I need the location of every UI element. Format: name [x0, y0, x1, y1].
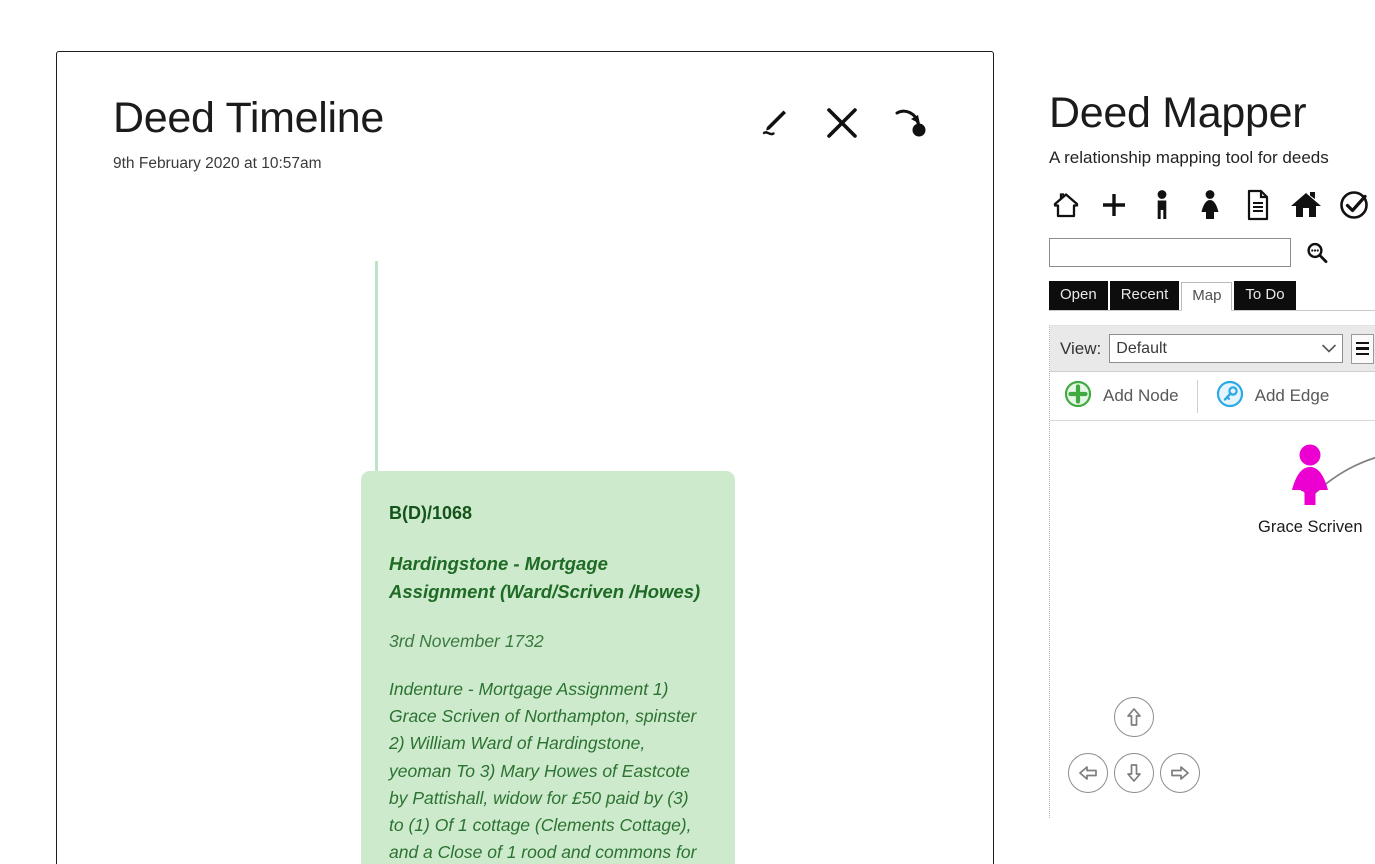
- add-node-label: Add Node: [1103, 386, 1179, 405]
- view-label: View:: [1060, 338, 1102, 358]
- plus-icon[interactable]: [1097, 188, 1131, 222]
- pan-left-button[interactable]: [1068, 753, 1108, 793]
- map-nav-pad: [1068, 697, 1200, 803]
- add-edge-label: Add Edge: [1254, 386, 1330, 405]
- app-tagline: A relationship mapping tool for deeds: [1049, 148, 1329, 167]
- male-person-icon[interactable]: [1145, 188, 1179, 222]
- pan-down-button[interactable]: [1114, 753, 1154, 793]
- map-canvas[interactable]: Grace Scriven: [1050, 421, 1375, 817]
- add-node-icon: [1064, 380, 1092, 413]
- add-edge-icon: [1216, 380, 1244, 413]
- edit-icon[interactable]: [751, 100, 797, 146]
- hamburger-menu-button[interactable]: [1351, 333, 1374, 364]
- home-outline-icon[interactable]: [1049, 188, 1083, 222]
- deed-name: Hardingstone - Mortgage Assignment (Ward…: [389, 553, 701, 602]
- deed-description: Indenture - Mortgage Assignment 1) Grace…: [389, 678, 697, 863]
- document-icon[interactable]: [1241, 188, 1275, 222]
- tab-recent[interactable]: Recent: [1109, 280, 1180, 310]
- timeline-body: B(D)/1068 Hardingstone - Mortgage Assign…: [57, 225, 993, 864]
- mapper-search-row: [1049, 238, 1375, 267]
- female-person-icon[interactable]: [1193, 188, 1227, 222]
- map-action-bar: Add Node Add Edge: [1050, 372, 1375, 421]
- map-view-bar: View: Default: [1050, 326, 1375, 372]
- timeline-action-buttons: [751, 100, 933, 146]
- pan-up-button[interactable]: [1114, 697, 1154, 737]
- view-select-value: Default: [1116, 339, 1167, 357]
- view-select[interactable]: Default: [1109, 334, 1343, 363]
- timeline-deed-card[interactable]: B(D)/1068 Hardingstone - Mortgage Assign…: [361, 471, 735, 864]
- deed-mapper-panel: Deed Mapper A relationship mapping tool …: [1040, 0, 1375, 864]
- tab-map[interactable]: Map: [1181, 281, 1233, 311]
- search-input[interactable]: [1049, 238, 1291, 267]
- advanced-search-icon[interactable]: [1304, 240, 1330, 266]
- map-node-grace-scriven[interactable]: Grace Scriven: [1258, 443, 1363, 537]
- arrow-to-node-icon[interactable]: [887, 100, 933, 146]
- chevron-down-icon: [1322, 340, 1336, 358]
- female-person-icon: [1282, 443, 1338, 516]
- hamburger-bar: [1356, 347, 1369, 350]
- tab-open[interactable]: Open: [1049, 280, 1108, 310]
- timeline-header: Deed Timeline 9th February 2020 at 10:57…: [57, 52, 993, 173]
- deed-timeline-dialog: Deed Timeline 9th February 2020 at 10:57…: [56, 51, 994, 864]
- add-node-button[interactable]: Add Node: [1064, 380, 1197, 413]
- app-title: Deed Mapper: [1049, 89, 1307, 137]
- app-root: Deed Timeline 9th February 2020 at 10:57…: [0, 0, 1375, 864]
- check-circle-icon[interactable]: [1337, 188, 1371, 222]
- pan-right-button[interactable]: [1160, 753, 1200, 793]
- tab-todo[interactable]: To Do: [1234, 280, 1296, 310]
- house-filled-icon[interactable]: [1289, 188, 1323, 222]
- timeline-timestamp: 9th February 2020 at 10:57am: [113, 155, 322, 173]
- hamburger-bar: [1356, 341, 1369, 345]
- map-node-label: Grace Scriven: [1258, 518, 1363, 536]
- map-panel: View: Default Add Node Add Edge Grace Sc…: [1049, 325, 1375, 818]
- deed-date: 3rd November 1732: [389, 630, 544, 651]
- mapper-toolbar: [1049, 188, 1375, 222]
- add-edge-button[interactable]: Add Edge: [1196, 379, 1348, 413]
- deed-reference: B(D)/1068: [389, 503, 473, 524]
- mapper-tabs: Open Recent Map To Do: [1049, 280, 1375, 311]
- close-icon[interactable]: [819, 100, 865, 146]
- hamburger-bar: [1356, 352, 1369, 356]
